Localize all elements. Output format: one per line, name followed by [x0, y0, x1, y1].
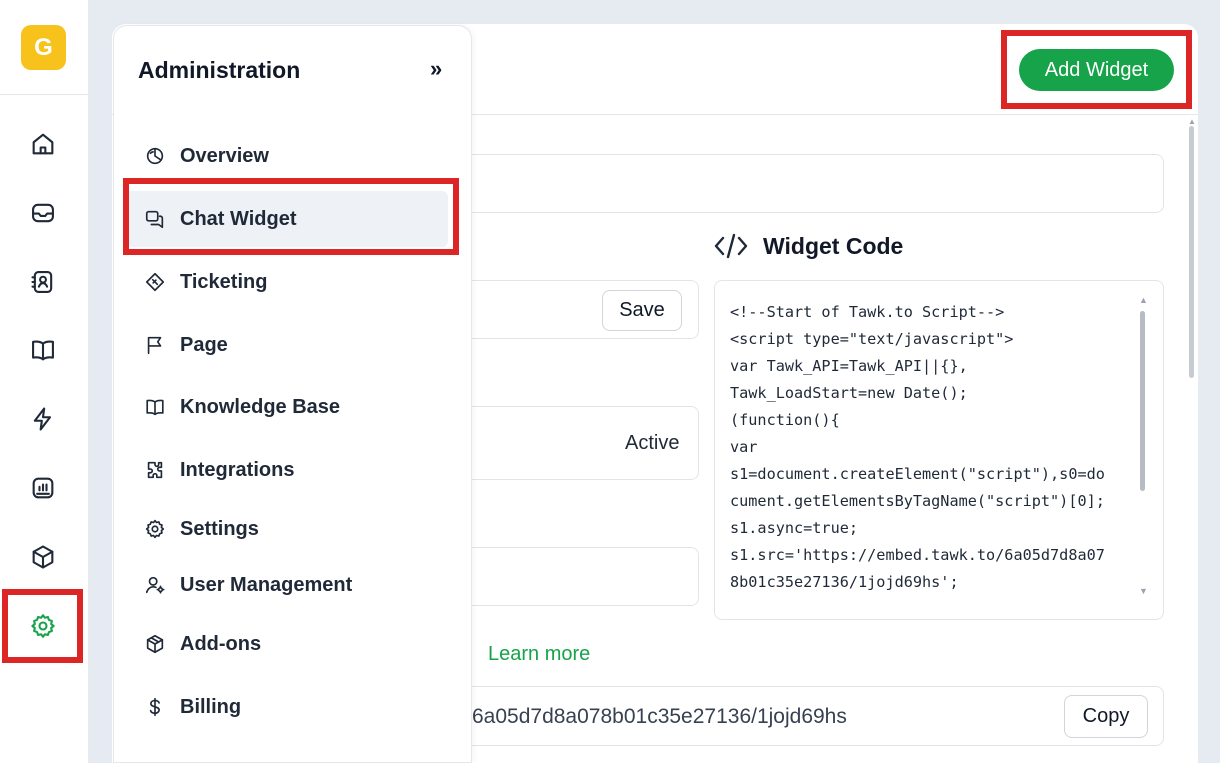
- add-widget-button[interactable]: Add Widget: [1019, 49, 1174, 91]
- page-scrollbar[interactable]: [1189, 126, 1194, 378]
- widget-code-box[interactable]: <!--Start of Tawk.to Script--> <script t…: [714, 280, 1164, 620]
- nav-item-billing[interactable]: Billing: [126, 679, 448, 735]
- nav-label: User Management: [180, 573, 353, 596]
- nav-item-overview[interactable]: Overview: [126, 128, 448, 184]
- nav-item-user-management[interactable]: User Management: [126, 557, 448, 613]
- save-button[interactable]: Save: [602, 290, 682, 331]
- nav-label: Knowledge Base: [180, 395, 341, 418]
- direct-link-value: 6a05d7d8a078b01c35e27136/1jojd69hs: [472, 705, 847, 728]
- settings-icon[interactable]: [24, 607, 62, 645]
- administration-panel: Administration » Overview Chat Widget Ti…: [113, 25, 472, 763]
- automation-icon[interactable]: [24, 400, 62, 438]
- contacts-icon[interactable]: [24, 263, 62, 301]
- reports-icon[interactable]: [24, 469, 62, 507]
- panel-title: Administration: [138, 57, 301, 83]
- text-field[interactable]: [440, 547, 699, 606]
- collapse-panel-icon[interactable]: »: [430, 56, 442, 82]
- code-icon: [714, 233, 748, 259]
- nav-item-integrations[interactable]: Integrations: [126, 442, 448, 498]
- nav-label: Overview: [180, 144, 269, 167]
- page-scroll-up-icon[interactable]: ▲: [1188, 117, 1196, 126]
- addons-icon[interactable]: [24, 538, 62, 576]
- nav-label: Integrations: [180, 458, 295, 481]
- nav-item-knowledge-base[interactable]: Knowledge Base: [126, 379, 448, 435]
- code-scroll-down-icon[interactable]: ▼: [1139, 586, 1148, 596]
- box-icon: [146, 634, 164, 654]
- nav-item-add-ons[interactable]: Add-ons: [126, 616, 448, 672]
- nav-label: Ticketing: [180, 270, 268, 293]
- gear-icon: [145, 519, 165, 539]
- flag-icon: [147, 336, 162, 355]
- widget-code-text: <!--Start of Tawk.to Script--> <script t…: [730, 303, 1105, 591]
- inbox-icon[interactable]: [24, 194, 62, 232]
- learn-more-link[interactable]: Learn more: [488, 643, 590, 666]
- book-icon: [146, 399, 164, 416]
- widget-code-heading: Widget Code: [713, 231, 903, 261]
- nav-label: Page: [180, 333, 228, 356]
- nav-item-page[interactable]: Page: [126, 317, 448, 373]
- nav-item-chat-widget[interactable]: Chat Widget: [126, 191, 448, 247]
- code-scrollbar[interactable]: [1140, 311, 1145, 491]
- rail-divider: [0, 94, 88, 95]
- widget-name-field[interactable]: [440, 154, 1164, 213]
- home-icon[interactable]: [24, 125, 62, 163]
- copy-button[interactable]: Copy: [1064, 695, 1148, 738]
- ticket-icon: [145, 272, 165, 292]
- chat-widget-icon: [145, 210, 164, 229]
- user-gear-icon: [145, 576, 165, 594]
- nav-item-ticketing[interactable]: Ticketing: [126, 254, 448, 310]
- code-scroll-up-icon[interactable]: ▲: [1139, 295, 1148, 305]
- workspace-logo[interactable]: G: [21, 25, 66, 70]
- overview-icon: [146, 147, 164, 165]
- nav-label: Chat Widget: [180, 207, 297, 230]
- nav-label: Settings: [180, 517, 259, 540]
- widget-code-title: Widget Code: [763, 232, 904, 259]
- nav-label: Billing: [180, 695, 242, 718]
- knowledge-base-icon[interactable]: [24, 331, 62, 369]
- dollar-icon: [149, 697, 160, 717]
- nav-item-settings[interactable]: Settings: [126, 501, 448, 557]
- status-value: Active: [625, 432, 680, 454]
- nav-label: Add-ons: [180, 632, 262, 655]
- puzzle-icon: [147, 461, 163, 479]
- icon-rail: G: [0, 0, 88, 763]
